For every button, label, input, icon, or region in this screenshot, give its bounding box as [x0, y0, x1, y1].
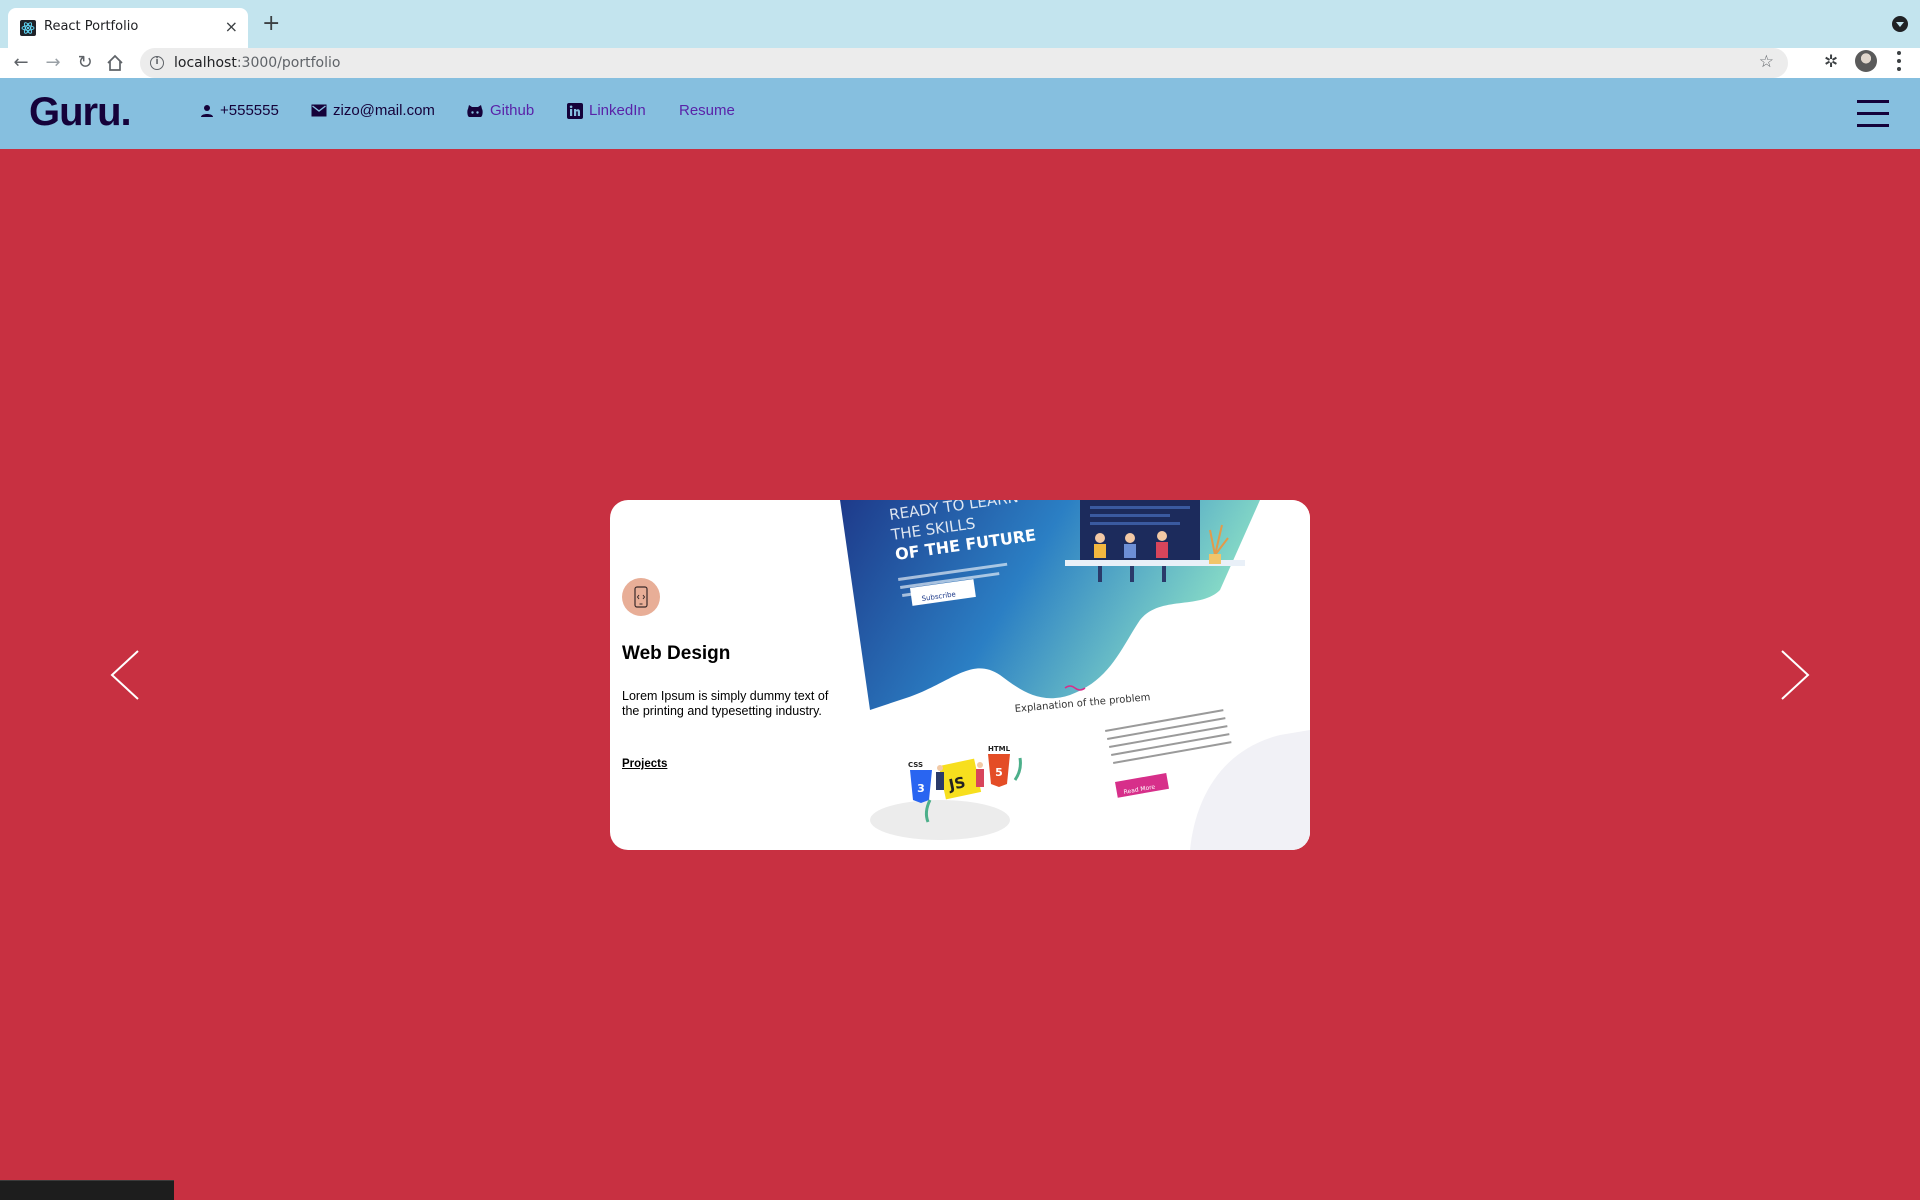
phone-number: +555555 [220, 102, 279, 119]
card-description: Lorem Ipsum is simply dummy text of the … [622, 689, 829, 718]
slider-prev-arrow-icon[interactable] [108, 650, 142, 700]
portfolio-card: Web Design Lorem Ipsum is simply dummy t… [610, 500, 1310, 850]
phone-contact: +555555 [200, 102, 279, 119]
extensions-icon[interactable]: ✲ [1824, 52, 1838, 72]
mockup-badge-css: CSS [908, 761, 923, 769]
site-info-icon[interactable]: i [150, 56, 164, 70]
tab-title: React Portfolio [44, 19, 139, 34]
new-tab-icon[interactable]: + [262, 12, 280, 36]
card-title: Web Design [622, 643, 731, 664]
slider-next-arrow-icon[interactable] [1778, 650, 1812, 700]
github-icon [467, 104, 483, 117]
svg-text:5: 5 [995, 766, 1003, 779]
browser-menu-icon[interactable] [1893, 50, 1905, 72]
mail-icon [311, 104, 327, 117]
web-design-mockup-image: READY TO LEARN THE SKILLS OF THE FUTURE … [840, 500, 1310, 850]
home-icon[interactable] [106, 54, 124, 72]
browser-toolbar: ← → ↻ i localhost:3000/portfolio ☆ [0, 48, 1920, 78]
react-icon [20, 20, 36, 36]
back-icon[interactable]: ← [9, 51, 33, 75]
resume-link[interactable]: Resume [679, 102, 735, 119]
person-icon [201, 104, 213, 117]
linkedin-link[interactable]: LinkedIn [567, 102, 646, 119]
mockup-badge-js: JS [946, 773, 967, 794]
email-address: zizo@mail.com [333, 102, 435, 119]
bottom-overlay-bar [0, 1180, 174, 1200]
tab-search-icon[interactable] [1892, 16, 1908, 32]
browser-tab-bar: React Portfolio × + [0, 0, 1920, 48]
github-link[interactable]: Github [466, 102, 534, 119]
linkedin-icon [567, 102, 583, 119]
menu-hamburger-icon[interactable] [1857, 100, 1889, 128]
mockup-badge-html: HTML [988, 745, 1011, 753]
profile-avatar[interactable] [1855, 50, 1877, 72]
bookmark-star-icon[interactable]: ☆ [1759, 52, 1774, 72]
reload-icon[interactable]: ↻ [73, 51, 97, 75]
linkedin-label[interactable]: LinkedIn [589, 102, 646, 119]
close-tab-icon[interactable]: × [225, 17, 238, 37]
svg-text:3: 3 [917, 782, 925, 795]
projects-link[interactable]: Projects [622, 758, 667, 770]
github-label[interactable]: Github [490, 102, 534, 119]
email-contact: zizo@mail.com [311, 102, 435, 119]
forward-icon[interactable]: → [41, 51, 65, 75]
browser-tab[interactable]: React Portfolio × [8, 8, 248, 48]
site-header: Guru. +555555 zizo@mail.com Github Linke… [0, 78, 1920, 149]
logo[interactable]: Guru. [29, 90, 132, 135]
url-text[interactable]: localhost:3000/portfolio [174, 55, 340, 71]
mobile-code-icon [622, 578, 660, 616]
address-bar[interactable]: i localhost:3000/portfolio ☆ [140, 48, 1788, 78]
